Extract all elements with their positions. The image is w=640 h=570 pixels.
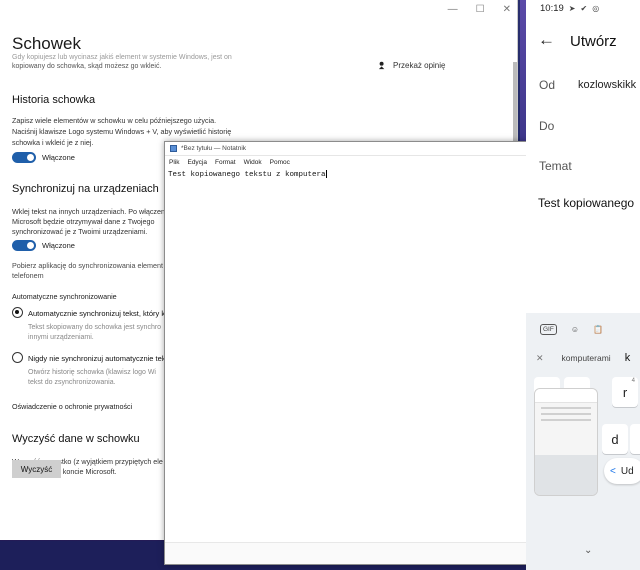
clear-button[interactable]: Wyczyść — [12, 460, 61, 478]
preview-line — [541, 419, 591, 421]
share-label: Ud — [620, 465, 634, 477]
history-desc-3: schowka i wkleić je z niej. — [12, 138, 94, 147]
subject-label[interactable]: Temat — [539, 159, 572, 173]
privacy-link[interactable]: Oświadczenie o ochronie prywatności — [12, 402, 132, 412]
menu-widok[interactable]: Widok — [244, 159, 262, 166]
body-field[interactable]: Test kopiowanego — [538, 196, 634, 210]
notepad-status-strip — [165, 542, 527, 564]
intro-line-2: kopiowany do schowka, skąd możesz go wkl… — [12, 63, 162, 70]
preview-line — [541, 413, 591, 415]
suggestion-2[interactable]: k — [625, 352, 631, 364]
preview-keyboard — [535, 455, 597, 495]
radio-never-sync[interactable] — [12, 352, 23, 363]
sync-desc-2: Microsoft będzie otrzymywał dane z Twoje… — [12, 217, 155, 226]
history-toggle-label: Włączone — [42, 153, 75, 162]
key-x[interactable]: x — [630, 424, 640, 454]
back-arrow-icon[interactable]: ← — [538, 30, 555, 50]
notepad-app-icon — [170, 145, 177, 152]
key-r-label: r — [622, 384, 628, 400]
preview-line — [541, 407, 591, 409]
suggestion-bar: ✕ komputerami k — [526, 347, 640, 369]
sync-app-link-1[interactable]: Pobierz aplikację do synchronizowania el… — [12, 261, 163, 271]
notepad-title: *Bez tytułu — Notatnik — [181, 145, 247, 152]
notepad-titlebar: *Bez tytułu — Notatnik — [165, 142, 527, 156]
radio-auto-sync-label: Automatycznie synchronizuj tekst, który … — [28, 309, 170, 318]
chevron-down-icon[interactable]: ⌄ — [584, 545, 592, 556]
preview-header — [535, 389, 597, 403]
sync-desc-1: Wklej tekst na innych urządzeniach. Po w… — [12, 207, 166, 216]
sync-desc-3: synchronizować je z Twoimi urządzeniami. — [12, 227, 148, 236]
menu-edycja[interactable]: Edycja — [187, 159, 207, 166]
notepad-menu: Plik Edycja Format Widok Pomoc — [165, 156, 527, 168]
instagram-icon: ◎ — [592, 4, 600, 13]
radio-never-sync-desc-2: tekst do zsynchronizowania. — [28, 379, 116, 386]
window-controls: — ☐ ✕ — [448, 4, 511, 15]
key-d[interactable]: d — [602, 424, 628, 454]
radio-never-sync-desc-1: Otwórz historię schowka (klawisz logo Wi — [28, 369, 156, 376]
radio-auto-sync[interactable] — [12, 307, 23, 318]
sync-heading: Synchronizuj na urządzeniach — [12, 183, 159, 195]
minimize-icon[interactable]: — — [448, 4, 458, 15]
intro-line-1: Gdy kopiujesz lub wycinasz jakiś element… — [12, 54, 232, 61]
keyboard: GIF ☺ 📋 ✕ komputerami k 1 2 4r d x < Ud … — [526, 313, 640, 570]
page-title: Schowek — [12, 34, 81, 53]
key-r[interactable]: 4r — [612, 377, 638, 407]
notepad-window: *Bez tytułu — Notatnik Plik Edycja Forma… — [164, 141, 528, 565]
sync-app-link-2[interactable]: telefonem — [12, 271, 44, 281]
sync-toggle[interactable] — [12, 240, 36, 251]
maximize-icon[interactable]: ☐ — [476, 4, 485, 15]
menu-plik[interactable]: Plik — [169, 159, 179, 166]
radio-auto-sync-desc-1: Tekst skopiowany do schowka jest synchro — [28, 324, 162, 331]
close-icon[interactable]: ✕ — [503, 4, 511, 15]
history-heading: Historia schowka — [12, 94, 96, 106]
menu-pomoc[interactable]: Pomoc — [270, 159, 290, 166]
text-caret — [325, 170, 327, 178]
gif-button[interactable]: GIF — [540, 323, 557, 335]
feedback-label: Przekaż opinię — [393, 61, 446, 70]
intro-text: Gdy kopiujesz lub wycinasz jakiś element… — [12, 53, 432, 71]
phone-screen: 10:19 ➤ ✔ ◎ ← Utwórz Od kozlowskikk Do T… — [526, 0, 640, 570]
radio-auto-sync-desc-2: innymi urządzeniami. — [28, 334, 94, 341]
clear-heading: Wyczyść dane w schowku — [12, 433, 140, 445]
share-icon: < — [610, 465, 616, 477]
suggestion-1[interactable]: komputerami — [562, 353, 611, 363]
check-icon: ✔ — [580, 4, 588, 13]
key-d-label: d — [611, 431, 619, 447]
menu-format[interactable]: Format — [215, 159, 236, 166]
feedback-icon — [378, 61, 385, 70]
close-suggestions-icon[interactable]: ✕ — [536, 353, 544, 364]
sticker-icon[interactable]: ☺ — [571, 325, 579, 334]
screenshot-preview[interactable] — [534, 388, 598, 496]
keyboard-toolbar: GIF ☺ 📋 — [526, 313, 640, 345]
history-toggle[interactable] — [12, 152, 36, 163]
radio-never-sync-label: Nigdy nie synchronizuj automatycznie tek… — [28, 354, 170, 363]
telegram-icon: ➤ — [568, 4, 576, 13]
notepad-text-area[interactable]: Test kopiowanego tekstu z komputera — [168, 170, 327, 179]
clipboard-icon[interactable]: 📋 — [593, 325, 603, 334]
feedback-link[interactable]: Przekaż opinię — [378, 61, 445, 70]
from-label: Od — [539, 78, 556, 92]
share-button[interactable]: < Ud — [604, 458, 640, 484]
sync-toggle-label: Włączone — [42, 241, 75, 250]
from-value[interactable]: kozlowskikk — [578, 79, 636, 91]
auto-sync-heading: Automatyczne synchronizowanie — [12, 292, 117, 301]
history-desc-1: Zapisz wiele elementów w schowku w celu … — [12, 116, 217, 125]
status-time: 10:19 — [540, 3, 564, 14]
key-r-alt: 4 — [631, 378, 635, 384]
notepad-content: Test kopiowanego tekstu z komputera — [168, 170, 326, 179]
status-bar: 10:19 ➤ ✔ ◎ — [540, 3, 599, 14]
to-label[interactable]: Do — [539, 119, 554, 133]
compose-title: Utwórz — [570, 33, 617, 50]
history-desc-2: Naciśnij klawisze Logo systemu Windows +… — [12, 127, 232, 136]
